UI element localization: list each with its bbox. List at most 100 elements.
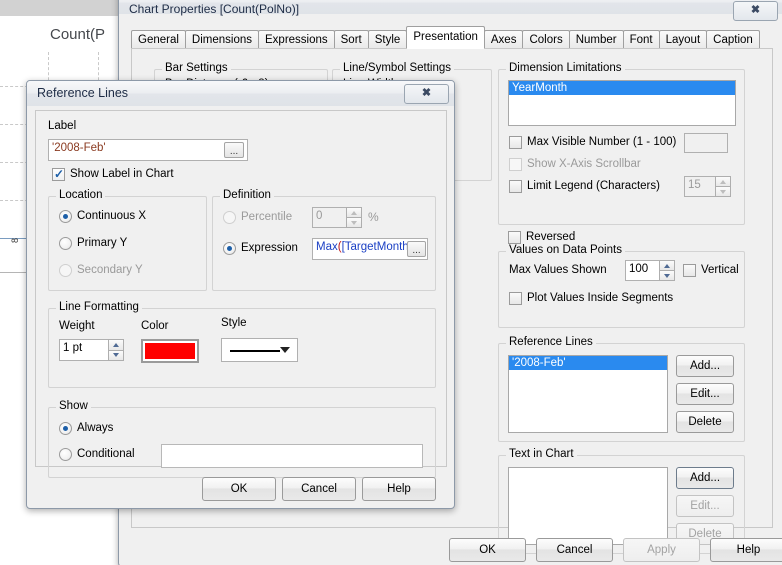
reversed-label: Reversed bbox=[526, 231, 576, 243]
dimension-limitations-listbox[interactable]: YearMonth bbox=[508, 80, 736, 126]
max-values-shown-stepper[interactable]: 100 bbox=[625, 260, 675, 281]
text-in-chart-group: Text in Chart Add... Edit... Delete bbox=[498, 448, 745, 554]
label-caption: Label bbox=[48, 120, 77, 132]
text-in-chart-add-button[interactable]: Add... bbox=[676, 467, 734, 489]
max-visible-number-label: Max Visible Number (1 - 100) bbox=[527, 136, 677, 148]
limit-legend-spin-buttons[interactable] bbox=[715, 176, 731, 197]
color-label: Color bbox=[141, 320, 169, 332]
chart-properties-apply-button: Apply bbox=[623, 538, 700, 562]
show-always-radio[interactable] bbox=[59, 422, 72, 435]
location-continuous-x-radio[interactable] bbox=[59, 210, 72, 223]
color-swatch-button[interactable] bbox=[141, 339, 199, 363]
show-x-axis-scrollbar-label: Show X-Axis Scrollbar bbox=[527, 158, 641, 170]
text-in-chart-edit-button: Edit... bbox=[676, 495, 734, 517]
reference-lines-content-panel: Label '2008-Feb' ... Show Label in Chart… bbox=[35, 110, 447, 478]
line-symbol-settings-label: Line/Symbol Settings bbox=[340, 62, 455, 74]
reference-lines-edit-button[interactable]: Edit... bbox=[676, 383, 734, 405]
spinner-up-icon bbox=[346, 207, 362, 217]
tab-colors[interactable]: Colors bbox=[522, 30, 570, 49]
tab-layout[interactable]: Layout bbox=[658, 30, 708, 49]
spinner-down-icon bbox=[346, 217, 362, 228]
location-group-label: Location bbox=[56, 189, 106, 201]
style-label: Style bbox=[221, 317, 247, 329]
line-style-preview bbox=[230, 350, 280, 352]
label-input[interactable]: '2008-Feb' bbox=[48, 139, 248, 161]
text-in-chart-listbox[interactable] bbox=[508, 467, 668, 545]
spinner-up-icon[interactable] bbox=[715, 176, 731, 186]
reference-lines-listbox[interactable]: '2008-Feb' bbox=[508, 355, 668, 433]
show-label-in-chart-checkbox[interactable] bbox=[52, 167, 65, 181]
show-always-label: Always bbox=[77, 422, 114, 434]
spinner-down-icon[interactable] bbox=[715, 186, 731, 197]
max-values-shown-value: 100 bbox=[625, 260, 659, 281]
tab-dimensions[interactable]: Dimensions bbox=[184, 30, 259, 49]
tab-presentation[interactable]: Presentation bbox=[406, 26, 485, 49]
reference-lines-help-button[interactable]: Help bbox=[362, 477, 436, 501]
reversed-checkbox[interactable] bbox=[508, 231, 521, 244]
tab-caption[interactable]: Caption bbox=[706, 30, 760, 49]
limit-legend-checkbox[interactable] bbox=[509, 180, 522, 193]
location-continuous-x-label: Continuous X bbox=[77, 210, 147, 222]
reference-lines-delete-button[interactable]: Delete bbox=[676, 411, 734, 433]
location-group: Location Continuous X Primary Y Secondar… bbox=[48, 189, 207, 291]
line-formatting-group: Line Formatting Weight 1 pt Color Style bbox=[48, 301, 436, 388]
reference-lines-ok-button[interactable]: OK bbox=[202, 477, 276, 501]
max-visible-number-checkbox[interactable] bbox=[509, 136, 522, 149]
spinner-down-icon[interactable] bbox=[108, 349, 124, 361]
vertical-label: Vertical bbox=[701, 264, 739, 276]
tab-general[interactable]: General bbox=[131, 30, 186, 49]
show-label-in-chart-label: Show Label in Chart bbox=[70, 168, 174, 180]
reference-lines-dialog-body: Label '2008-Feb' ... Show Label in Chart… bbox=[27, 106, 454, 508]
weight-value: 1 pt bbox=[59, 339, 108, 361]
spinner-up-icon[interactable] bbox=[108, 339, 124, 350]
definition-expression-label: Expression bbox=[241, 242, 298, 254]
chevron-down-icon[interactable] bbox=[280, 347, 290, 353]
reference-lines-group-label: Reference Lines bbox=[506, 336, 596, 348]
reference-lines-group: Reference Lines '2008-Feb' Add... Edit..… bbox=[498, 336, 745, 442]
limit-legend-stepper[interactable]: 15 bbox=[684, 176, 731, 197]
tab-font[interactable]: Font bbox=[622, 30, 660, 49]
close-icon[interactable]: ✖ bbox=[404, 84, 449, 104]
list-item[interactable]: YearMonth bbox=[509, 81, 735, 95]
chart-x-tick-label: 8 bbox=[10, 237, 20, 243]
tab-style[interactable]: Style bbox=[367, 30, 408, 49]
plot-values-inside-segments-checkbox[interactable] bbox=[509, 292, 522, 305]
spinner-down-icon[interactable] bbox=[659, 270, 675, 281]
location-primary-y-radio[interactable] bbox=[59, 237, 72, 250]
percentile-spin-buttons bbox=[346, 207, 362, 228]
spinner-up-icon[interactable] bbox=[659, 260, 675, 270]
reference-lines-titlebar: Reference Lines ✖ bbox=[27, 81, 454, 106]
reference-lines-add-button[interactable]: Add... bbox=[676, 355, 734, 377]
definition-expression-radio[interactable] bbox=[223, 242, 236, 255]
tab-axes[interactable]: Axes bbox=[483, 30, 524, 49]
percent-sign-label: % bbox=[368, 210, 379, 224]
line-style-dropdown[interactable] bbox=[221, 338, 298, 362]
values-on-data-points-label: Values on Data Points bbox=[506, 244, 625, 256]
expression-browse-button[interactable]: ... bbox=[407, 241, 426, 257]
max-visible-number-input[interactable] bbox=[684, 133, 728, 153]
definition-group-label: Definition bbox=[220, 189, 274, 201]
reference-lines-dialog-title: Reference Lines bbox=[37, 86, 129, 100]
show-conditional-radio[interactable] bbox=[59, 448, 72, 461]
reference-lines-cancel-button[interactable]: Cancel bbox=[282, 477, 356, 501]
definition-percentile-label: Percentile bbox=[241, 211, 293, 223]
expression-token-function: Max bbox=[316, 241, 338, 253]
list-item[interactable]: '2008-Feb' bbox=[509, 356, 667, 370]
chart-properties-ok-button[interactable]: OK bbox=[449, 538, 526, 562]
tab-expressions[interactable]: Expressions bbox=[258, 30, 335, 49]
vertical-checkbox[interactable] bbox=[683, 264, 696, 277]
chart-properties-cancel-button[interactable]: Cancel bbox=[536, 538, 613, 562]
label-browse-button[interactable]: ... bbox=[224, 142, 244, 158]
tab-sort[interactable]: Sort bbox=[333, 30, 369, 49]
weight-stepper[interactable]: 1 pt bbox=[59, 339, 124, 361]
location-secondary-y-radio bbox=[59, 264, 72, 277]
show-conditional-label: Conditional bbox=[77, 448, 135, 460]
max-values-spin-buttons[interactable] bbox=[659, 260, 675, 281]
location-primary-y-label: Primary Y bbox=[77, 237, 128, 249]
text-in-chart-group-label: Text in Chart bbox=[506, 448, 577, 460]
chart-properties-help-button[interactable]: Help bbox=[710, 538, 782, 562]
weight-spin-buttons[interactable] bbox=[108, 339, 124, 361]
conditional-expression-input[interactable] bbox=[161, 444, 423, 468]
tab-number[interactable]: Number bbox=[568, 30, 624, 49]
percentile-stepper: 0 bbox=[312, 207, 362, 228]
